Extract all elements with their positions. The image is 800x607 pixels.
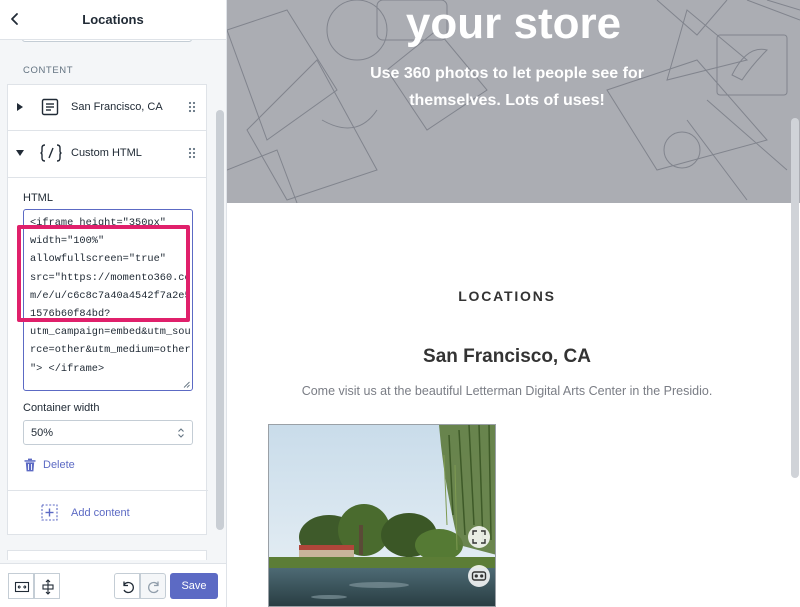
- text-block-icon: [41, 98, 59, 116]
- preview-scrollbar[interactable]: [791, 118, 799, 478]
- drag-handle-icon[interactable]: [188, 101, 196, 113]
- caret-right-icon[interactable]: [16, 102, 24, 112]
- container-width-value: 50%: [31, 427, 54, 439]
- custom-html-card: Custom HTML HTML <iframe height="350px" …: [7, 130, 208, 535]
- trash-icon: [24, 458, 36, 472]
- 360-photo-embed[interactable]: [268, 424, 496, 607]
- expand-horizontal-icon: [14, 581, 30, 593]
- undo-icon: [123, 581, 134, 594]
- 360-photo-image: [269, 425, 495, 606]
- vr-mode-button[interactable]: [468, 565, 490, 587]
- previous-field[interactable]: [22, 40, 192, 42]
- divider: [8, 177, 206, 178]
- location-title: San Francisco, CA: [423, 346, 591, 367]
- hero-title: your store: [405, 0, 622, 48]
- save-button[interactable]: Save: [170, 573, 218, 599]
- code-icon: [40, 144, 62, 162]
- fullscreen-button[interactable]: [468, 526, 490, 548]
- hero-banner: your store Use 360 photos to let people …: [227, 0, 800, 203]
- sidebar-header: Locations: [0, 0, 226, 40]
- caret-down-icon[interactable]: [15, 149, 25, 157]
- fullscreen-icon: [472, 530, 486, 544]
- undo-button[interactable]: [114, 573, 140, 599]
- content-block-label: San Francisco, CA: [71, 101, 163, 113]
- vr-headset-icon: [471, 571, 487, 581]
- html-field-label: HTML: [23, 192, 53, 204]
- container-width-label: Container width: [23, 402, 100, 414]
- redo-icon: [148, 581, 159, 594]
- html-code-textarea[interactable]: <iframe height="350px" width="100%" allo…: [23, 209, 193, 391]
- sidebar-scrollbar[interactable]: [216, 110, 224, 530]
- location-description: Come visit us at the beautiful Letterman…: [301, 384, 713, 398]
- editor-sidebar: Locations CONTENT San Francisco, CA Cust…: [0, 0, 227, 607]
- store-preview: your store Use 360 photos to let people …: [227, 0, 800, 607]
- select-chevron-icon: [178, 428, 184, 438]
- section-label: CONTENT: [23, 65, 74, 76]
- toggle-full-width-button[interactable]: [8, 573, 34, 599]
- html-code-value: <iframe height="350px" width="100%" allo…: [30, 217, 191, 375]
- container-width-select[interactable]: 50%: [23, 420, 193, 445]
- content-block-card: San Francisco, CA: [7, 84, 207, 131]
- move-cursor-icon: [42, 579, 54, 595]
- content-block-label: Custom HTML: [71, 147, 142, 159]
- sidebar-scroll-area: CONTENT San Francisco, CA Custom HTML HT…: [0, 40, 214, 560]
- sidebar-footer: Save: [0, 563, 226, 607]
- next-section-card: [7, 550, 207, 560]
- inspect-button[interactable]: [34, 573, 60, 599]
- add-content-button[interactable]: Add content: [8, 490, 208, 534]
- add-content-icon: [41, 504, 58, 521]
- content-block-custom-html[interactable]: Custom HTML: [8, 131, 208, 177]
- content-block-san-francisco[interactable]: San Francisco, CA: [8, 85, 208, 131]
- sidebar-title: Locations: [82, 12, 144, 27]
- section-heading: LOCATIONS: [458, 288, 556, 304]
- delete-label: Delete: [43, 459, 75, 471]
- redo-button[interactable]: [140, 573, 166, 599]
- drag-handle-icon[interactable]: [188, 147, 196, 159]
- hero-subtitle: Use 360 photos to let people see for the…: [370, 65, 644, 109]
- resize-handle-icon[interactable]: [183, 381, 190, 388]
- add-content-label: Add content: [71, 507, 130, 519]
